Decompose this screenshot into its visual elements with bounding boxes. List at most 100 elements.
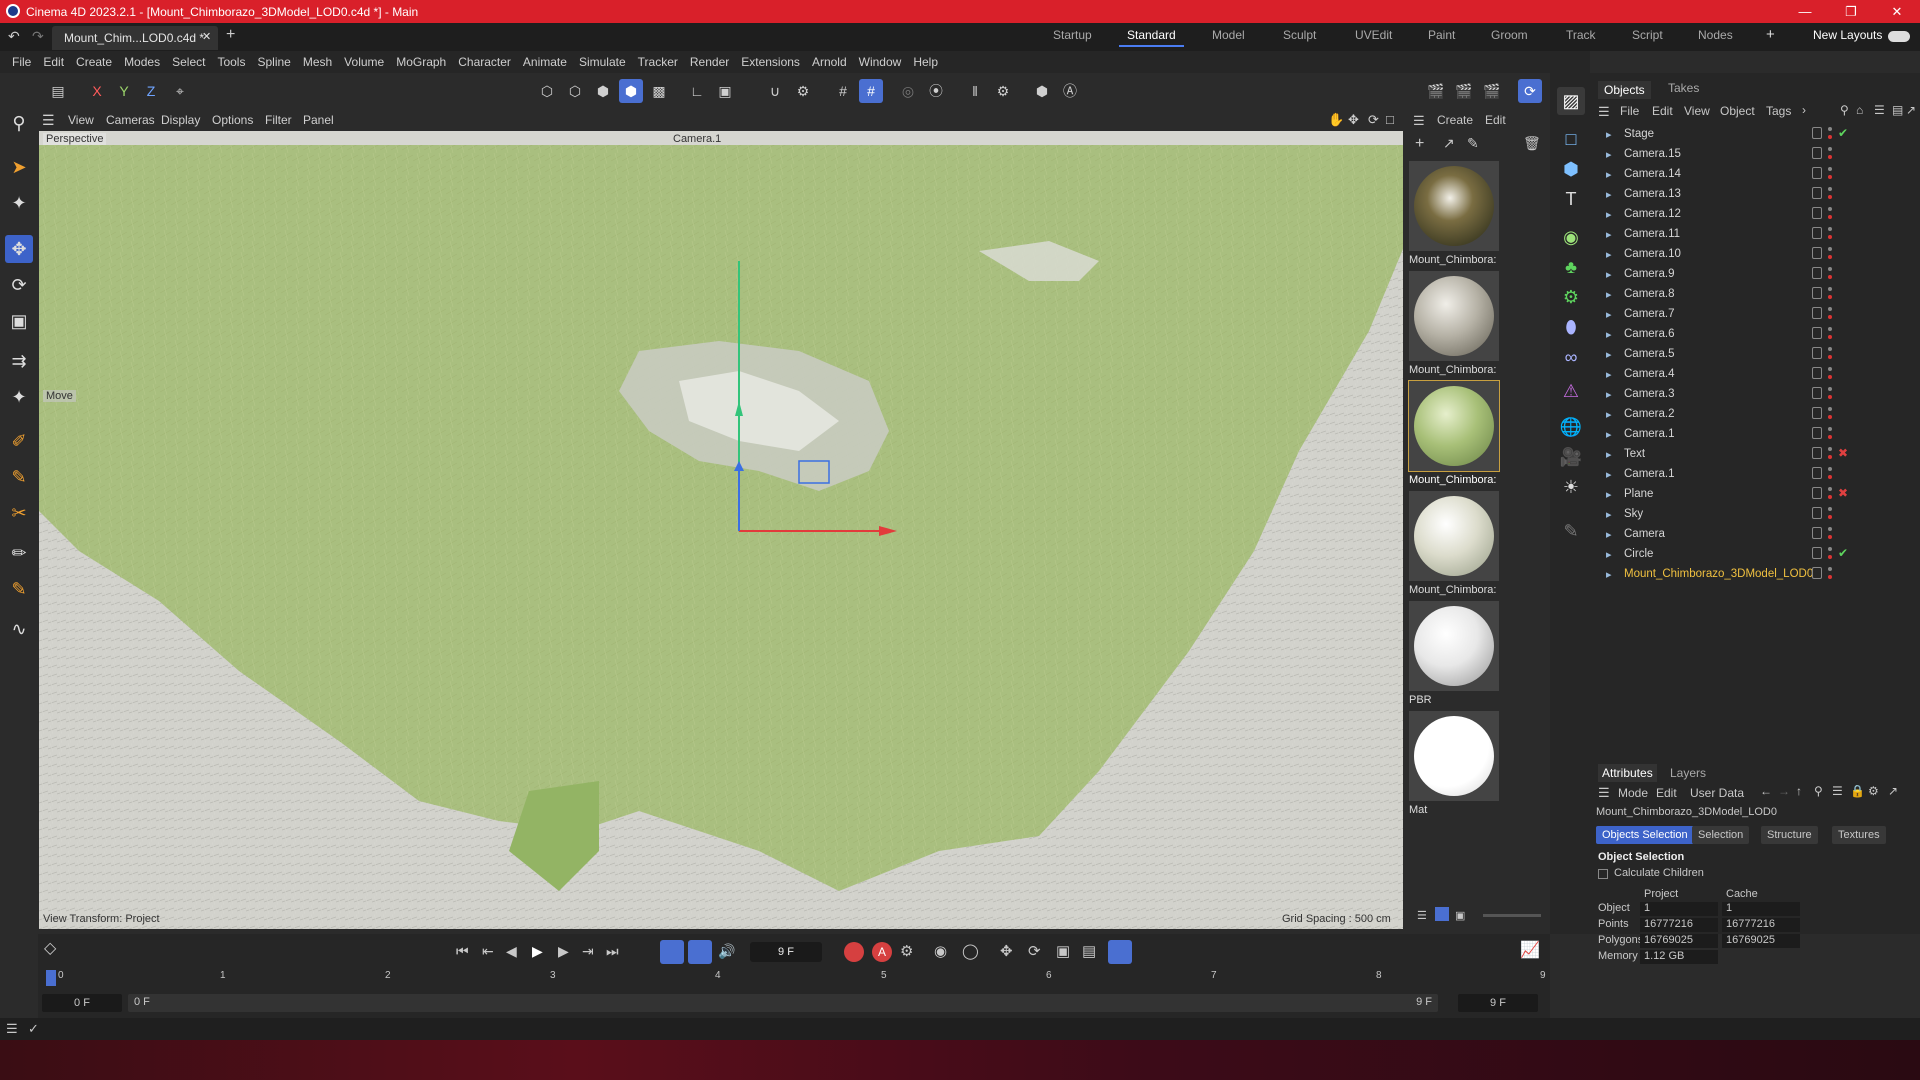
editor-visibility-dot[interactable] [1828, 207, 1832, 211]
undo-icon[interactable]: ↶ [8, 28, 20, 45]
forward-arrow-icon[interactable]: → [1778, 784, 1790, 798]
maximize-view-icon[interactable]: □ [1386, 112, 1394, 127]
close-icon[interactable]: ✕ [1874, 0, 1920, 23]
material-slot[interactable] [1409, 271, 1499, 361]
preview-size-slider[interactable] [1483, 914, 1541, 917]
spline-icon[interactable]: ∞ [1557, 343, 1585, 371]
layer-toggle[interactable] [1812, 127, 1822, 139]
layer-toggle[interactable] [1812, 547, 1822, 559]
object-row[interactable]: ▸ Camera.14 [1592, 164, 1920, 184]
editor-visibility-dot[interactable] [1828, 247, 1832, 251]
editor-visibility-dot[interactable] [1828, 327, 1832, 331]
viewport-solo-icon[interactable]: ▤ [46, 79, 70, 103]
layer-toggle[interactable] [1812, 167, 1822, 179]
layer-toggle[interactable] [1812, 227, 1822, 239]
layer-toggle[interactable] [1812, 447, 1822, 459]
layer-toggle[interactable] [1812, 567, 1822, 579]
grid-view-icon[interactable] [1435, 907, 1449, 921]
play-icon[interactable]: ▶ [532, 943, 543, 960]
layer-toggle[interactable] [1812, 327, 1822, 339]
editor-visibility-dot[interactable] [1828, 227, 1832, 231]
object-row[interactable]: ▸ Camera.7 [1592, 304, 1920, 324]
redshift-icon[interactable]: Ⓐ [1058, 79, 1082, 103]
object-row[interactable]: ▸ Camera.8 [1592, 284, 1920, 304]
layout-track[interactable]: Track [1566, 28, 1596, 42]
polygons-mode-icon[interactable]: ⬢ [591, 79, 615, 103]
layer-toggle[interactable] [1812, 487, 1822, 499]
tab-takes[interactable]: Takes [1668, 81, 1699, 95]
field-icon[interactable]: ⬮ [1557, 313, 1585, 341]
material-slot[interactable] [1409, 601, 1499, 691]
object-row[interactable]: ▸ Camera.3 [1592, 384, 1920, 404]
object-row[interactable]: ▸ Camera.1 [1592, 464, 1920, 484]
document-tab[interactable]: Mount_Chim...LOD0.c4d * ✕ [52, 26, 218, 50]
render-visibility-dot[interactable] [1828, 255, 1832, 259]
objects-menu-view[interactable]: View [1684, 104, 1710, 118]
editor-visibility-dot[interactable] [1828, 447, 1832, 451]
keying-settings-icon[interactable]: ⚙ [900, 942, 913, 960]
render-visibility-dot[interactable] [1828, 295, 1832, 299]
object-row[interactable]: ▸ Circle ✔ [1592, 544, 1920, 564]
lock-icon[interactable]: 🔒 [1850, 784, 1865, 798]
coordinate-system-icon[interactable]: ⌖ [168, 79, 192, 103]
menu-simulate[interactable]: Simulate [579, 55, 626, 69]
viewport-menu-cameras[interactable]: Cameras [106, 113, 155, 127]
editor-visibility-dot[interactable] [1828, 307, 1832, 311]
render-visibility-dot[interactable] [1828, 275, 1832, 279]
menu-modes[interactable]: Modes [124, 55, 160, 69]
render-to-picture-viewer-icon[interactable]: 🎬 [1452, 79, 1476, 103]
symmetry-settings-icon[interactable]: ⚙ [991, 79, 1015, 103]
editor-visibility-dot[interactable] [1828, 267, 1832, 271]
editor-visibility-dot[interactable] [1828, 167, 1832, 171]
back-arrow-icon[interactable]: ← [1760, 784, 1772, 798]
snap-icon[interactable]: ∪ [763, 79, 787, 103]
snap-settings-icon[interactable]: ⚙ [791, 79, 815, 103]
object-row[interactable]: ▸ Mount_Chimborazo_3DModel_LOD0 [1592, 564, 1920, 584]
material-menu-edit[interactable]: Edit [1485, 113, 1506, 127]
subtab-selection[interactable]: Selection [1692, 826, 1750, 844]
knife-tool-icon[interactable]: ✂ [5, 499, 33, 527]
preview-range-bar[interactable]: 0 F 9 F [128, 994, 1438, 1012]
menu-window[interactable]: Window [859, 55, 902, 69]
deformer-icon[interactable]: ⚙ [1557, 283, 1585, 311]
menu-tracker[interactable]: Tracker [638, 55, 678, 69]
scale-key-icon[interactable]: ▣ [1056, 942, 1070, 960]
start-frame-field[interactable]: 0 F [42, 994, 122, 1012]
rotate-tool-icon[interactable]: ⟳ [5, 271, 33, 299]
object-manager-icon[interactable]: ▨ [1557, 87, 1585, 115]
sound-icon[interactable]: 🔊 [718, 943, 735, 960]
material-hamburger-icon[interactable]: ☰ [1413, 113, 1425, 129]
render-visibility-dot[interactable] [1828, 235, 1832, 239]
end-frame-field[interactable]: 9 F [1458, 994, 1538, 1012]
editor-visibility-dot[interactable] [1828, 367, 1832, 371]
render-visibility-dot[interactable] [1828, 195, 1832, 199]
key-interpolation-icon[interactable]: ◯ [962, 942, 979, 960]
disabled-x-icon[interactable]: ✖ [1838, 486, 1848, 500]
object-row[interactable]: ▸ Camera.9 [1592, 264, 1920, 284]
render-visibility-dot[interactable] [1828, 515, 1832, 519]
scene-icon[interactable]: ⚠ [1557, 377, 1585, 405]
layout-paint[interactable]: Paint [1428, 28, 1455, 42]
objects-popout-icon[interactable]: ↗ [1906, 103, 1916, 117]
restore-icon[interactable]: ❐ [1828, 0, 1874, 23]
transfer-tool-icon[interactable]: ⇉ [5, 347, 33, 375]
menu-help[interactable]: Help [913, 55, 938, 69]
viewport-menu-filter[interactable]: Filter [265, 113, 292, 127]
menu-character[interactable]: Character [458, 55, 511, 69]
object-row[interactable]: ▸ Camera.12 [1592, 204, 1920, 224]
material-delete-icon[interactable]: 🗑 [1523, 135, 1541, 152]
tab-attributes[interactable]: Attributes [1598, 764, 1657, 782]
axis-x-lock[interactable]: X [85, 79, 109, 103]
previous-key-icon[interactable]: ⇤ [482, 943, 494, 960]
add-layout-icon[interactable]: + [1766, 26, 1775, 43]
objects-menu-tags[interactable]: Tags [1766, 104, 1791, 118]
layer-toggle[interactable] [1812, 427, 1822, 439]
render-view-icon[interactable]: ⦿ [924, 79, 948, 103]
objects-menu-more-icon[interactable]: › [1802, 103, 1806, 117]
minimize-icon[interactable]: — [1782, 0, 1828, 23]
render-visibility-dot[interactable] [1828, 455, 1832, 459]
menu-extensions[interactable]: Extensions [741, 55, 800, 69]
render-visibility-dot[interactable] [1828, 335, 1832, 339]
menu-mesh[interactable]: Mesh [303, 55, 332, 69]
material-slot-selected[interactable] [1408, 380, 1500, 472]
